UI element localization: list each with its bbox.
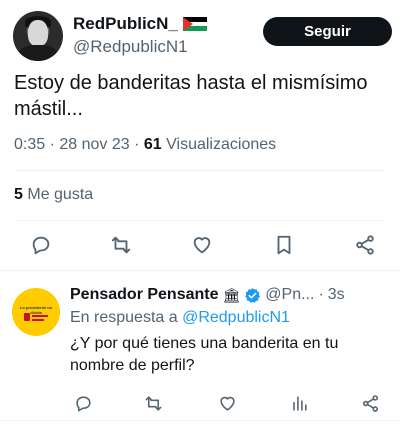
meta-separator: · [49,136,55,153]
reply-icon[interactable] [28,232,54,258]
share-icon[interactable] [352,232,378,258]
share-icon[interactable] [357,390,383,416]
reply-icon[interactable] [70,390,96,416]
author-handle[interactable]: @RedpublicN1 [73,37,188,57]
avatar[interactable] [13,11,63,61]
like-icon[interactable] [214,390,240,416]
retweet-icon[interactable] [108,232,134,258]
verified-icon [244,287,261,304]
divider [14,220,386,221]
coat-of-arms-icon [24,313,30,321]
tweet-actions [0,232,400,262]
like-icon[interactable] [189,232,215,258]
avatar-face [28,20,48,46]
replying-to-handle-link[interactable]: @RedpublicN1 [182,309,290,326]
main-tweet: RedPublicN_ @RedpublicN1 Seguir Estoy de… [0,0,400,270]
reply-handle[interactable]: @Pn... [265,286,314,304]
views-label: Visualizaciones [166,136,277,153]
meta-separator: · [134,136,140,153]
reply-avatar-text: Lo presidente no divida [19,305,53,315]
avatar-body [19,45,57,61]
institution-badge-icon: 🏛 [222,286,241,303]
avatar-line [32,319,44,321]
palestine-flag-icon [182,17,207,31]
reply-actions [0,390,400,414]
views-count: 61 [143,136,162,153]
reply-tweet[interactable]: Lo presidente no divida Pensador Pensant… [0,270,400,427]
tweet-date[interactable]: 28 nov 23 [59,136,129,153]
reply-text: ¿Y por qué tienes una banderita en tu no… [70,335,339,374]
author-name-row: RedPublicN_ [73,14,207,34]
tweet-text: Estoy de banderitas hasta el mismísimo m… [14,72,368,120]
tweet-meta: 0:35 · 28 nov 23 · 61 Visualizaciones [14,136,276,154]
retweet-icon[interactable] [140,390,166,416]
reply-separator: · [318,286,324,303]
replying-to-label: En respuesta a [70,309,178,326]
author-display-name[interactable]: RedPublicN_ [73,14,178,34]
follow-button[interactable]: Seguir [263,17,392,46]
reply-display-name[interactable]: Pensador Pensante [70,286,219,304]
likes-label: Me gusta [27,186,94,203]
reply-author-row: Pensador Pensante 🏛 @Pn... · 3s [70,286,345,304]
likes-count: 5 [14,186,23,203]
reply-time[interactable]: 3s [328,286,345,304]
tweet-time[interactable]: 0:35 [14,136,45,153]
views-icon[interactable] [286,390,312,416]
divider [14,170,386,171]
bookmark-icon[interactable] [271,232,297,258]
likes-summary[interactable]: 5 Me gusta [14,186,93,204]
reply-avatar[interactable]: Lo presidente no divida [12,288,60,336]
divider [0,420,400,421]
replying-to: En respuesta a @RedpublicN1 [70,309,290,327]
avatar-line [32,315,48,317]
